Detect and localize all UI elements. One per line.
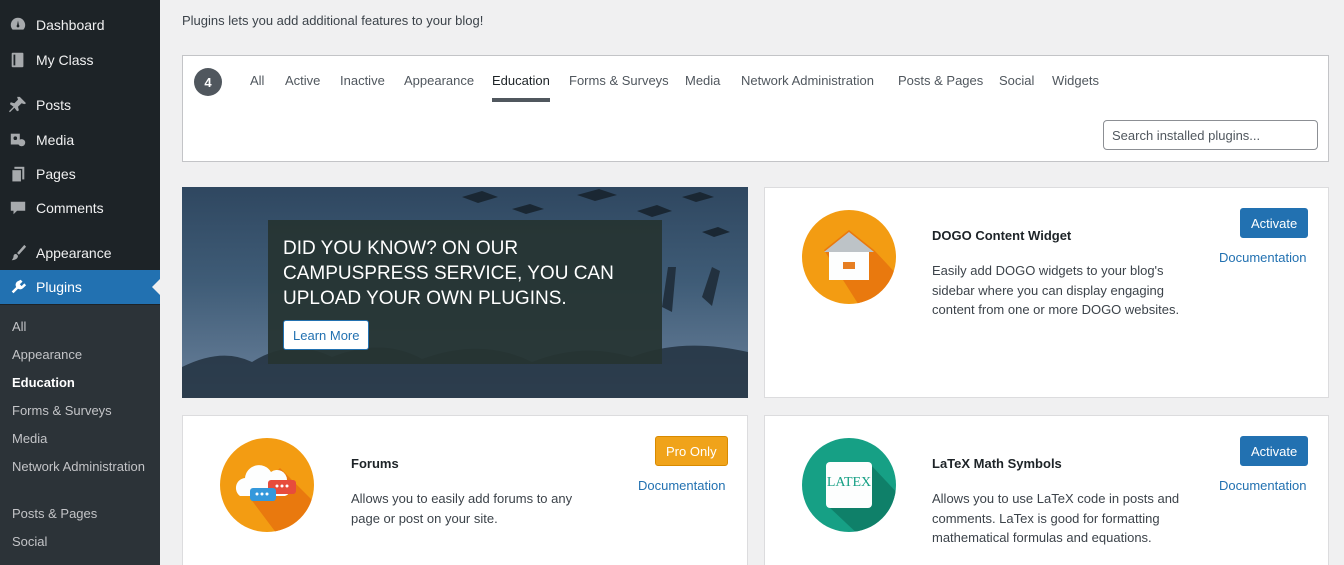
tab-appearance[interactable]: Appearance	[404, 73, 474, 88]
tab-network-administration[interactable]: Network Administration	[741, 73, 874, 88]
plugin-card-dogo: DOGO Content Widget Easily add DOGO widg…	[764, 187, 1329, 398]
plugin-description: Allows you to use LaTeX code in posts an…	[932, 491, 1180, 545]
menu-item-pages[interactable]: Pages	[0, 157, 160, 191]
latex-logo-text: LATEX	[826, 475, 872, 490]
menu-item-posts[interactable]: Posts	[0, 88, 160, 122]
search-plugins-input[interactable]	[1103, 120, 1318, 150]
tab-widgets[interactable]: Widgets	[1052, 73, 1099, 88]
learn-more-button[interactable]: Learn More	[283, 320, 370, 350]
plugin-icon	[8, 277, 28, 297]
menu-label: Plugins	[36, 279, 82, 295]
menu-item-comments[interactable]: Comments	[0, 191, 160, 225]
plugin-card-forums: Forums Allows you to easily add forums t…	[182, 415, 748, 565]
media-icon	[8, 130, 28, 150]
menu-label: Pages	[36, 166, 76, 182]
tab-posts-pages[interactable]: Posts & Pages	[898, 73, 983, 88]
plugins-submenu: All Appearance Education Forms & Surveys…	[0, 305, 160, 565]
admin-sidebar: Dashboard My Class Posts Media Pages Com…	[0, 0, 160, 565]
plugin-name: LaTeX Math Symbols	[932, 456, 1062, 471]
tab-forms-surveys[interactable]: Forms & Surveys	[569, 73, 669, 88]
tab-all[interactable]: All	[250, 73, 264, 88]
submenu-item-education[interactable]: Education	[12, 373, 152, 392]
banner-overlay: DID YOU KNOW? ON OUR CAMPUSPRESS SERVICE…	[268, 220, 662, 364]
documentation-link[interactable]: Documentation	[1219, 478, 1306, 493]
tab-education[interactable]: Education	[492, 73, 550, 102]
tab-media[interactable]: Media	[685, 73, 720, 88]
submenu-item-forms-surveys[interactable]: Forms & Surveys	[12, 401, 152, 420]
submenu-item-network-administration[interactable]: Network Administration	[12, 457, 152, 476]
pin-icon	[8, 95, 28, 115]
house-icon	[802, 210, 896, 304]
plugin-name: DOGO Content Widget	[932, 228, 1072, 243]
documentation-link[interactable]: Documentation	[1219, 250, 1306, 265]
documentation-link[interactable]: Documentation	[638, 478, 725, 493]
menu-label: My Class	[36, 52, 94, 68]
plugin-filter-panel: 4 All Active Inactive Appearance Educati…	[182, 55, 1329, 162]
dashboard-icon	[8, 15, 28, 35]
comments-icon	[8, 198, 28, 218]
book-icon	[8, 50, 28, 70]
pro-only-button[interactable]: Pro Only	[655, 436, 728, 466]
submenu-item-appearance[interactable]: Appearance	[12, 345, 152, 364]
promo-banner: DID YOU KNOW? ON OUR CAMPUSPRESS SERVICE…	[182, 187, 748, 398]
tab-active[interactable]: Active	[285, 73, 320, 88]
menu-item-media[interactable]: Media	[0, 123, 160, 157]
menu-item-plugins[interactable]: Plugins	[0, 270, 160, 304]
cloud-chat-icon	[220, 438, 314, 532]
menu-label: Posts	[36, 97, 72, 113]
submenu-item-all[interactable]: All	[12, 317, 152, 336]
plugin-count-badge: 4	[194, 68, 222, 96]
tab-social[interactable]: Social	[999, 73, 1034, 88]
menu-item-my-class[interactable]: My Class	[0, 43, 160, 77]
activate-button[interactable]: Activate	[1240, 208, 1309, 238]
submenu-item-social[interactable]: Social	[12, 532, 152, 551]
activate-button[interactable]: Activate	[1240, 436, 1309, 466]
submenu-item-posts-pages[interactable]: Posts & Pages	[12, 504, 152, 523]
tab-inactive[interactable]: Inactive	[340, 73, 385, 88]
menu-label: Comments	[36, 200, 104, 216]
banner-headline: DID YOU KNOW? ON OUR CAMPUSPRESS SERVICE…	[283, 238, 614, 309]
plugin-description: Easily add DOGO widgets to your blog's s…	[932, 263, 1180, 317]
menu-item-appearance[interactable]: Appearance	[0, 236, 160, 270]
latex-icon: LATEX	[802, 438, 896, 532]
menu-label: Media	[36, 132, 75, 148]
plugin-name: Forums	[351, 456, 399, 471]
plugin-card-latex: LATEX LaTeX Math Symbols Allows you to u…	[764, 415, 1329, 565]
plugin-description: Allows you to easily add forums to any p…	[351, 491, 573, 526]
intro-text: Plugins lets you add additional features…	[182, 13, 484, 28]
menu-item-dashboard[interactable]: Dashboard	[0, 8, 160, 42]
submenu-item-media[interactable]: Media	[12, 429, 152, 448]
menu-label: Dashboard	[36, 17, 105, 33]
menu-label: Appearance	[36, 245, 112, 261]
pages-icon	[8, 164, 28, 184]
brush-icon	[8, 243, 28, 263]
